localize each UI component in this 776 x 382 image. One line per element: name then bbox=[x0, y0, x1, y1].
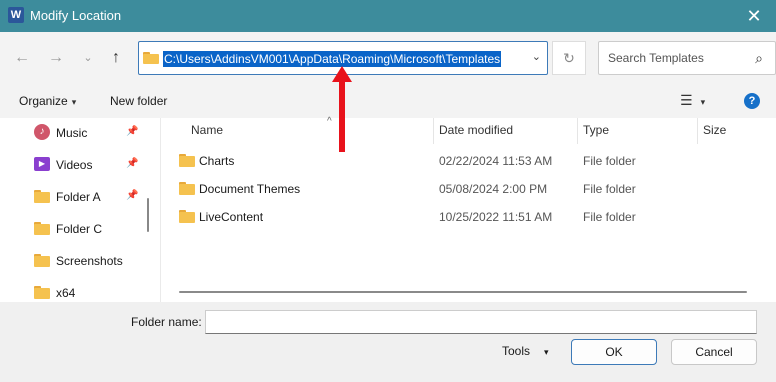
horizontal-scrollbar[interactable] bbox=[179, 291, 747, 293]
sidebar-item-label: Videos bbox=[56, 158, 93, 172]
sidebar-item-label: Folder A bbox=[56, 190, 101, 204]
file-date: 10/25/2022 11:51 AM bbox=[439, 210, 553, 224]
tools-label: Tools bbox=[502, 344, 531, 358]
folder-icon bbox=[34, 285, 50, 299]
column-header-label: Date modified bbox=[439, 123, 514, 137]
refresh-icon: ↻ bbox=[563, 50, 575, 66]
column-header-type[interactable]: Type bbox=[577, 118, 697, 144]
search-box[interactable]: ⌕ bbox=[598, 41, 776, 75]
navigation-bar: ← → ⌄ ↑ C:\Users\AddinsVM001\AppData\Roa… bbox=[0, 32, 776, 84]
column-header-date-modified[interactable]: Date modified bbox=[433, 118, 577, 144]
sidebar-item-label: Music bbox=[56, 126, 88, 140]
sidebar-item-screenshots[interactable]: Screenshots bbox=[34, 251, 144, 271]
sidebar-item-music[interactable]: ♪ Music 📌 bbox=[34, 123, 144, 143]
navigation-pane: ♪ Music 📌 ▶ Videos 📌 Folder A 📌 Folder C… bbox=[0, 118, 160, 302]
help-icon[interactable]: ? bbox=[744, 93, 760, 109]
folder-icon bbox=[179, 209, 195, 223]
close-icon[interactable]: ✕ bbox=[742, 4, 766, 28]
list-view-icon: ☰ bbox=[680, 92, 693, 108]
annotation-arrow-icon bbox=[332, 66, 352, 152]
sidebar-item-folder-c[interactable]: Folder C bbox=[34, 219, 144, 239]
music-icon: ♪ bbox=[34, 124, 50, 140]
organize-label: Organize bbox=[19, 94, 68, 108]
column-header-label: Name bbox=[191, 123, 224, 137]
videos-icon: ▶ bbox=[34, 157, 50, 171]
table-row[interactable]: LiveContent 10/25/2022 11:51 AM File fol… bbox=[161, 203, 776, 229]
file-date: 02/22/2024 11:53 AM bbox=[439, 154, 553, 168]
table-row[interactable]: Charts 02/22/2024 11:53 AM File folder bbox=[161, 147, 776, 173]
annotation-arrow-shape bbox=[332, 66, 352, 152]
folder-icon bbox=[179, 153, 195, 167]
folder-icon bbox=[34, 253, 50, 267]
file-type: File folder bbox=[583, 210, 636, 224]
file-type: File folder bbox=[583, 182, 636, 196]
forward-arrow-icon[interactable]: → bbox=[44, 46, 68, 70]
tools-button[interactable]: Tools ▾ bbox=[502, 344, 549, 358]
organize-button[interactable]: Organize ▾ bbox=[19, 94, 76, 108]
caret-down-icon: ▾ bbox=[71, 97, 77, 107]
ok-button[interactable]: OK bbox=[571, 339, 657, 365]
folder-icon bbox=[34, 221, 50, 235]
file-type: File folder bbox=[583, 154, 636, 168]
file-date: 05/08/2024 2:00 PM bbox=[439, 182, 548, 196]
sidebar-item-label: x64 bbox=[56, 286, 76, 300]
folder-icon bbox=[34, 189, 50, 203]
folder-name-label: Folder name: bbox=[131, 315, 202, 329]
refresh-button[interactable]: ↻ bbox=[552, 41, 586, 75]
view-options-button[interactable]: ☰ ▾ bbox=[680, 92, 720, 112]
column-header-label: Size bbox=[703, 123, 727, 137]
pin-icon[interactable]: 📌 bbox=[126, 126, 138, 137]
word-app-icon: W bbox=[8, 7, 24, 23]
up-arrow-icon[interactable]: ↑ bbox=[104, 46, 128, 70]
file-name: Document Themes bbox=[199, 182, 301, 196]
column-header-label: Type bbox=[583, 123, 610, 137]
window-title: Modify Location bbox=[30, 8, 122, 23]
folder-icon bbox=[143, 52, 159, 64]
pin-icon[interactable]: 📌 bbox=[126, 190, 138, 201]
sidebar-scrollbar[interactable] bbox=[147, 198, 149, 232]
search-input[interactable] bbox=[600, 43, 750, 73]
pin-icon[interactable]: 📌 bbox=[126, 158, 138, 169]
address-path-text[interactable]: C:\Users\AddinsVM001\AppData\Roaming\Mic… bbox=[163, 51, 502, 67]
file-name: LiveContent bbox=[199, 210, 264, 224]
sidebar-item-x64[interactable]: x64 bbox=[34, 283, 144, 302]
new-folder-button[interactable]: New folder bbox=[110, 94, 167, 108]
column-header-size[interactable]: Size bbox=[697, 118, 767, 144]
caret-down-icon: ▾ bbox=[544, 347, 549, 357]
sidebar-item-label: Folder C bbox=[56, 222, 103, 236]
back-arrow-icon[interactable]: ← bbox=[10, 46, 34, 70]
chevron-down-icon[interactable]: ⌄ bbox=[532, 50, 541, 63]
folder-icon bbox=[179, 181, 195, 195]
folder-name-input[interactable] bbox=[205, 310, 757, 334]
table-row[interactable]: Document Themes 05/08/2024 2:00 PM File … bbox=[161, 175, 776, 201]
sidebar-item-videos[interactable]: ▶ Videos 📌 bbox=[34, 155, 144, 175]
file-name: Charts bbox=[199, 154, 235, 168]
command-toolbar: Organize ▾ New folder ☰ ▾ ? bbox=[0, 84, 776, 118]
sidebar-item-label: Screenshots bbox=[56, 254, 123, 268]
title-bar: W Modify Location ✕ bbox=[0, 0, 776, 32]
sidebar-item-folder-a[interactable]: Folder A 📌 bbox=[34, 187, 144, 207]
caret-down-icon: ▾ bbox=[700, 97, 706, 107]
cancel-button[interactable]: Cancel bbox=[671, 339, 757, 365]
dialog-footer: Folder name: Tools ▾ OK Cancel bbox=[0, 302, 776, 382]
recent-locations-chevron-icon[interactable]: ⌄ bbox=[76, 46, 100, 70]
file-list: Name ^ Date modified Type Size Charts 02… bbox=[161, 116, 776, 302]
search-icon[interactable]: ⌕ bbox=[755, 50, 763, 67]
column-header-name[interactable]: Name ^ bbox=[185, 116, 433, 144]
